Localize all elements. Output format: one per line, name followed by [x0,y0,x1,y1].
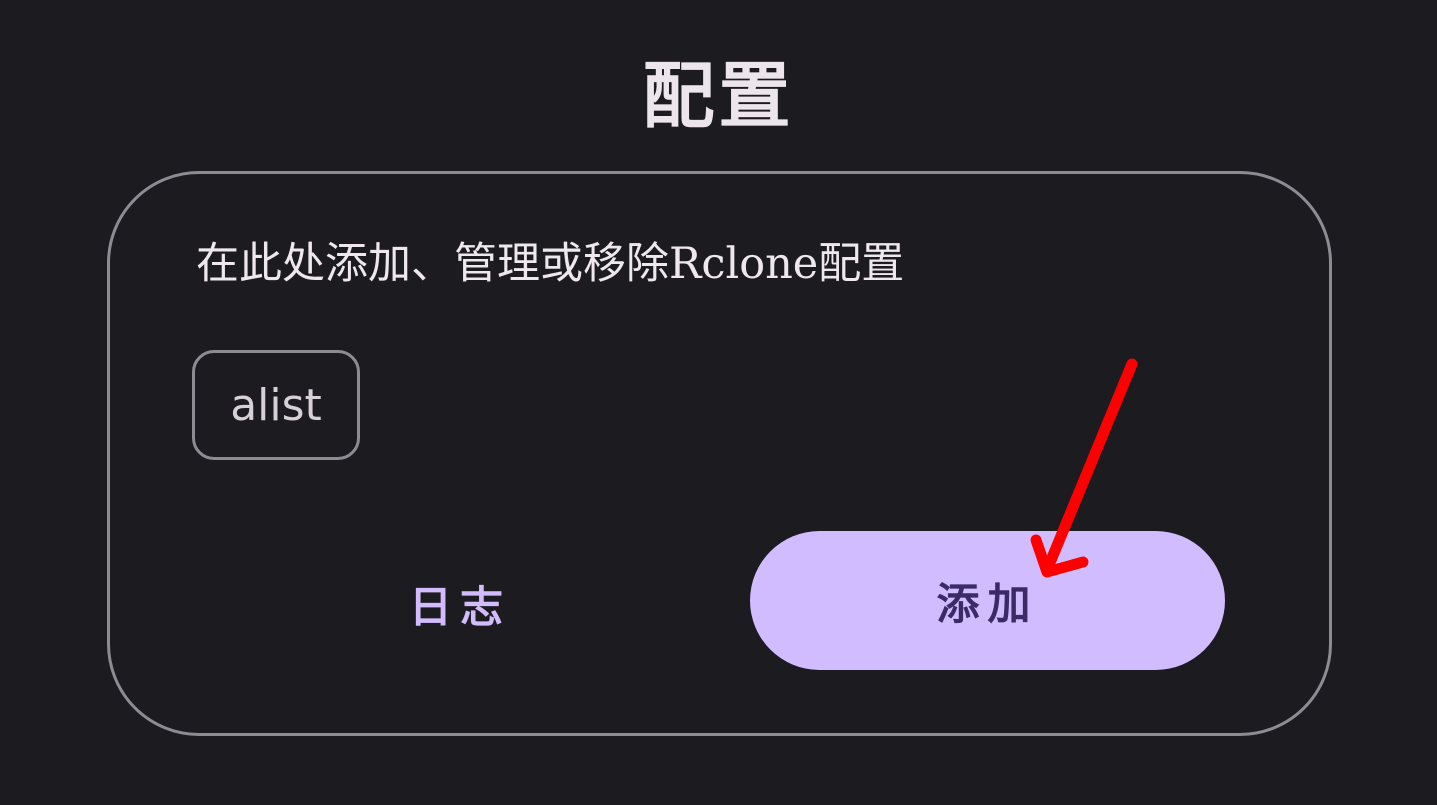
add-button[interactable]: 添加 [750,531,1225,670]
card-description: 在此处添加、管理或移除Rclone配置 [196,239,905,289]
log-button[interactable]: 日志 [343,564,577,644]
config-chip-alist[interactable]: alist [192,350,360,460]
page-title: 配置 [642,53,795,138]
config-card: 在此处添加、管理或移除Rclone配置 alist 日志 添加 [107,171,1332,736]
